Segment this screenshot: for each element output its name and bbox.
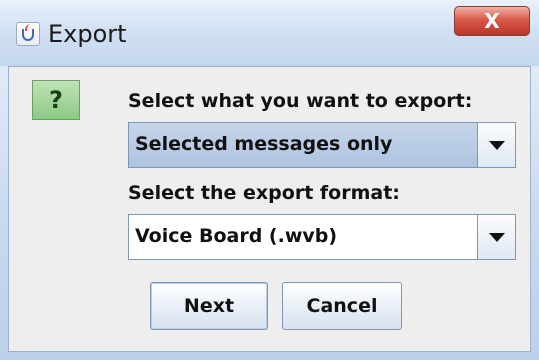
export-dialog-window: Export X ? Select what you want to expor… bbox=[0, 0, 539, 360]
cancel-button[interactable]: Cancel bbox=[282, 282, 402, 330]
next-button[interactable]: Next bbox=[150, 282, 268, 330]
export-format-dropdown-arrow[interactable] bbox=[477, 215, 515, 259]
export-what-dropdown-arrow[interactable] bbox=[477, 123, 515, 167]
close-button[interactable]: X bbox=[454, 6, 530, 36]
java-cup-icon bbox=[16, 22, 40, 46]
export-format-dropdown[interactable]: Voice Board (.wvb) bbox=[128, 214, 516, 260]
window-title: Export bbox=[48, 20, 127, 48]
title-bar[interactable]: Export X bbox=[0, 0, 539, 66]
export-format-selected-value: Voice Board (.wvb) bbox=[135, 225, 338, 247]
chevron-down-icon bbox=[489, 141, 505, 150]
export-format-label: Select the export format: bbox=[128, 182, 400, 204]
export-what-label: Select what you want to export: bbox=[128, 90, 473, 112]
question-icon: ? bbox=[32, 80, 80, 120]
chevron-down-icon bbox=[489, 233, 505, 242]
export-what-selected-value: Selected messages only bbox=[135, 133, 393, 155]
export-what-dropdown[interactable]: Selected messages only bbox=[128, 122, 516, 168]
